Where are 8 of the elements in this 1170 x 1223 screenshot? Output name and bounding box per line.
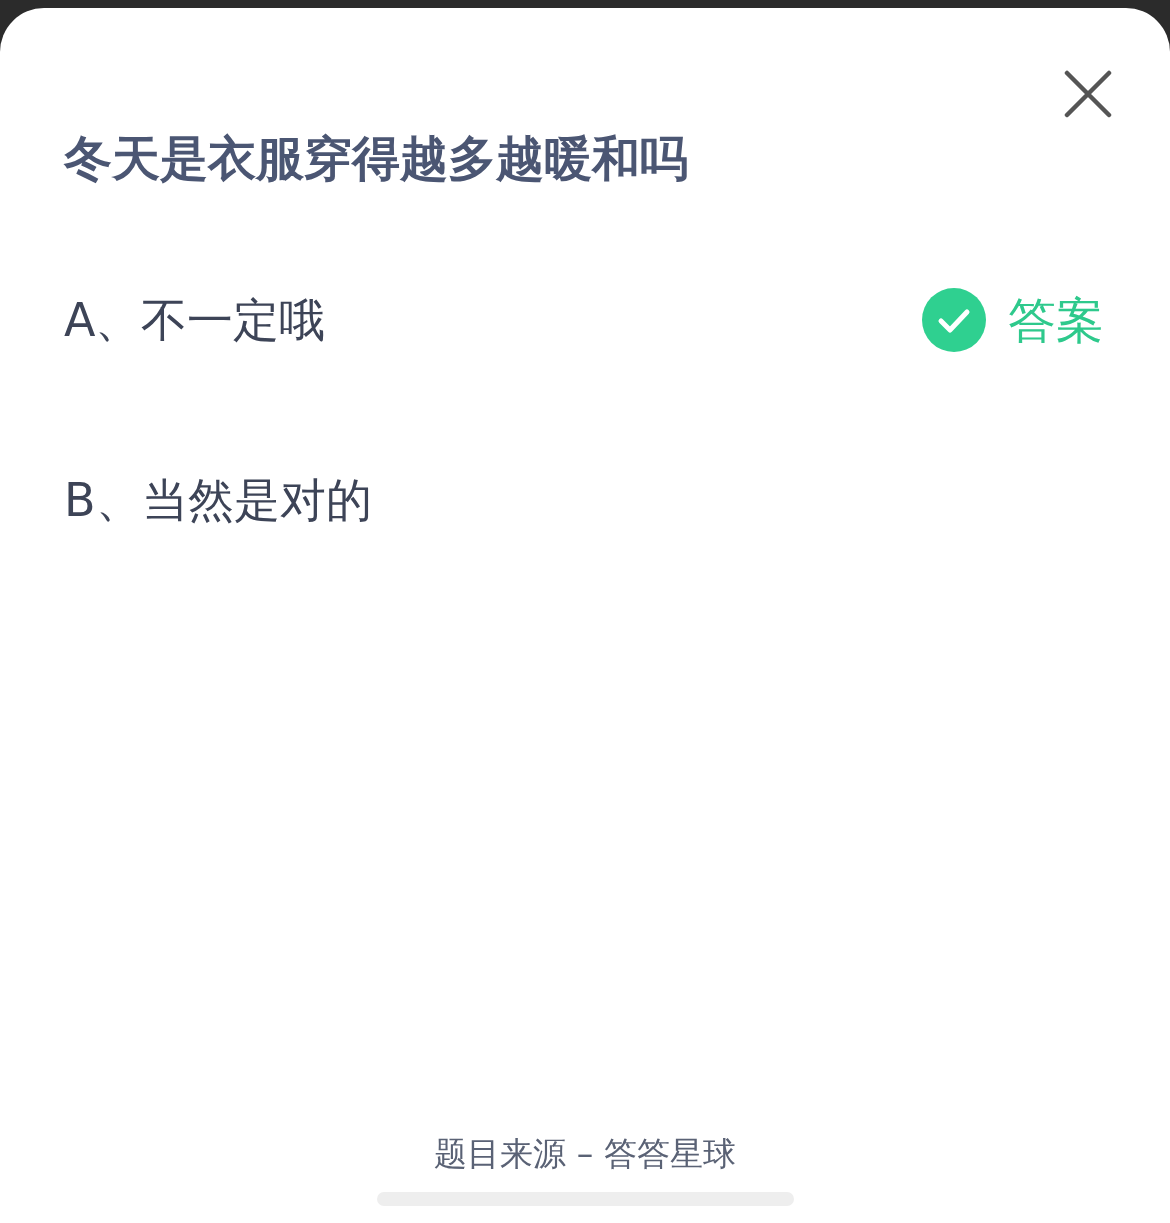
close-icon [1064,70,1112,118]
source-text: 题目来源 – 答答星球 [434,1132,736,1175]
answer-option[interactable]: B、当然是对的 [64,476,372,523]
answer-option[interactable]: A、不一定哦 [64,296,326,343]
close-button[interactable] [1062,68,1114,120]
check-icon [922,287,986,352]
question-title: 冬天是衣服穿得越多越暖和吗 [64,130,689,188]
answer-label: 答案 [1008,295,1104,344]
